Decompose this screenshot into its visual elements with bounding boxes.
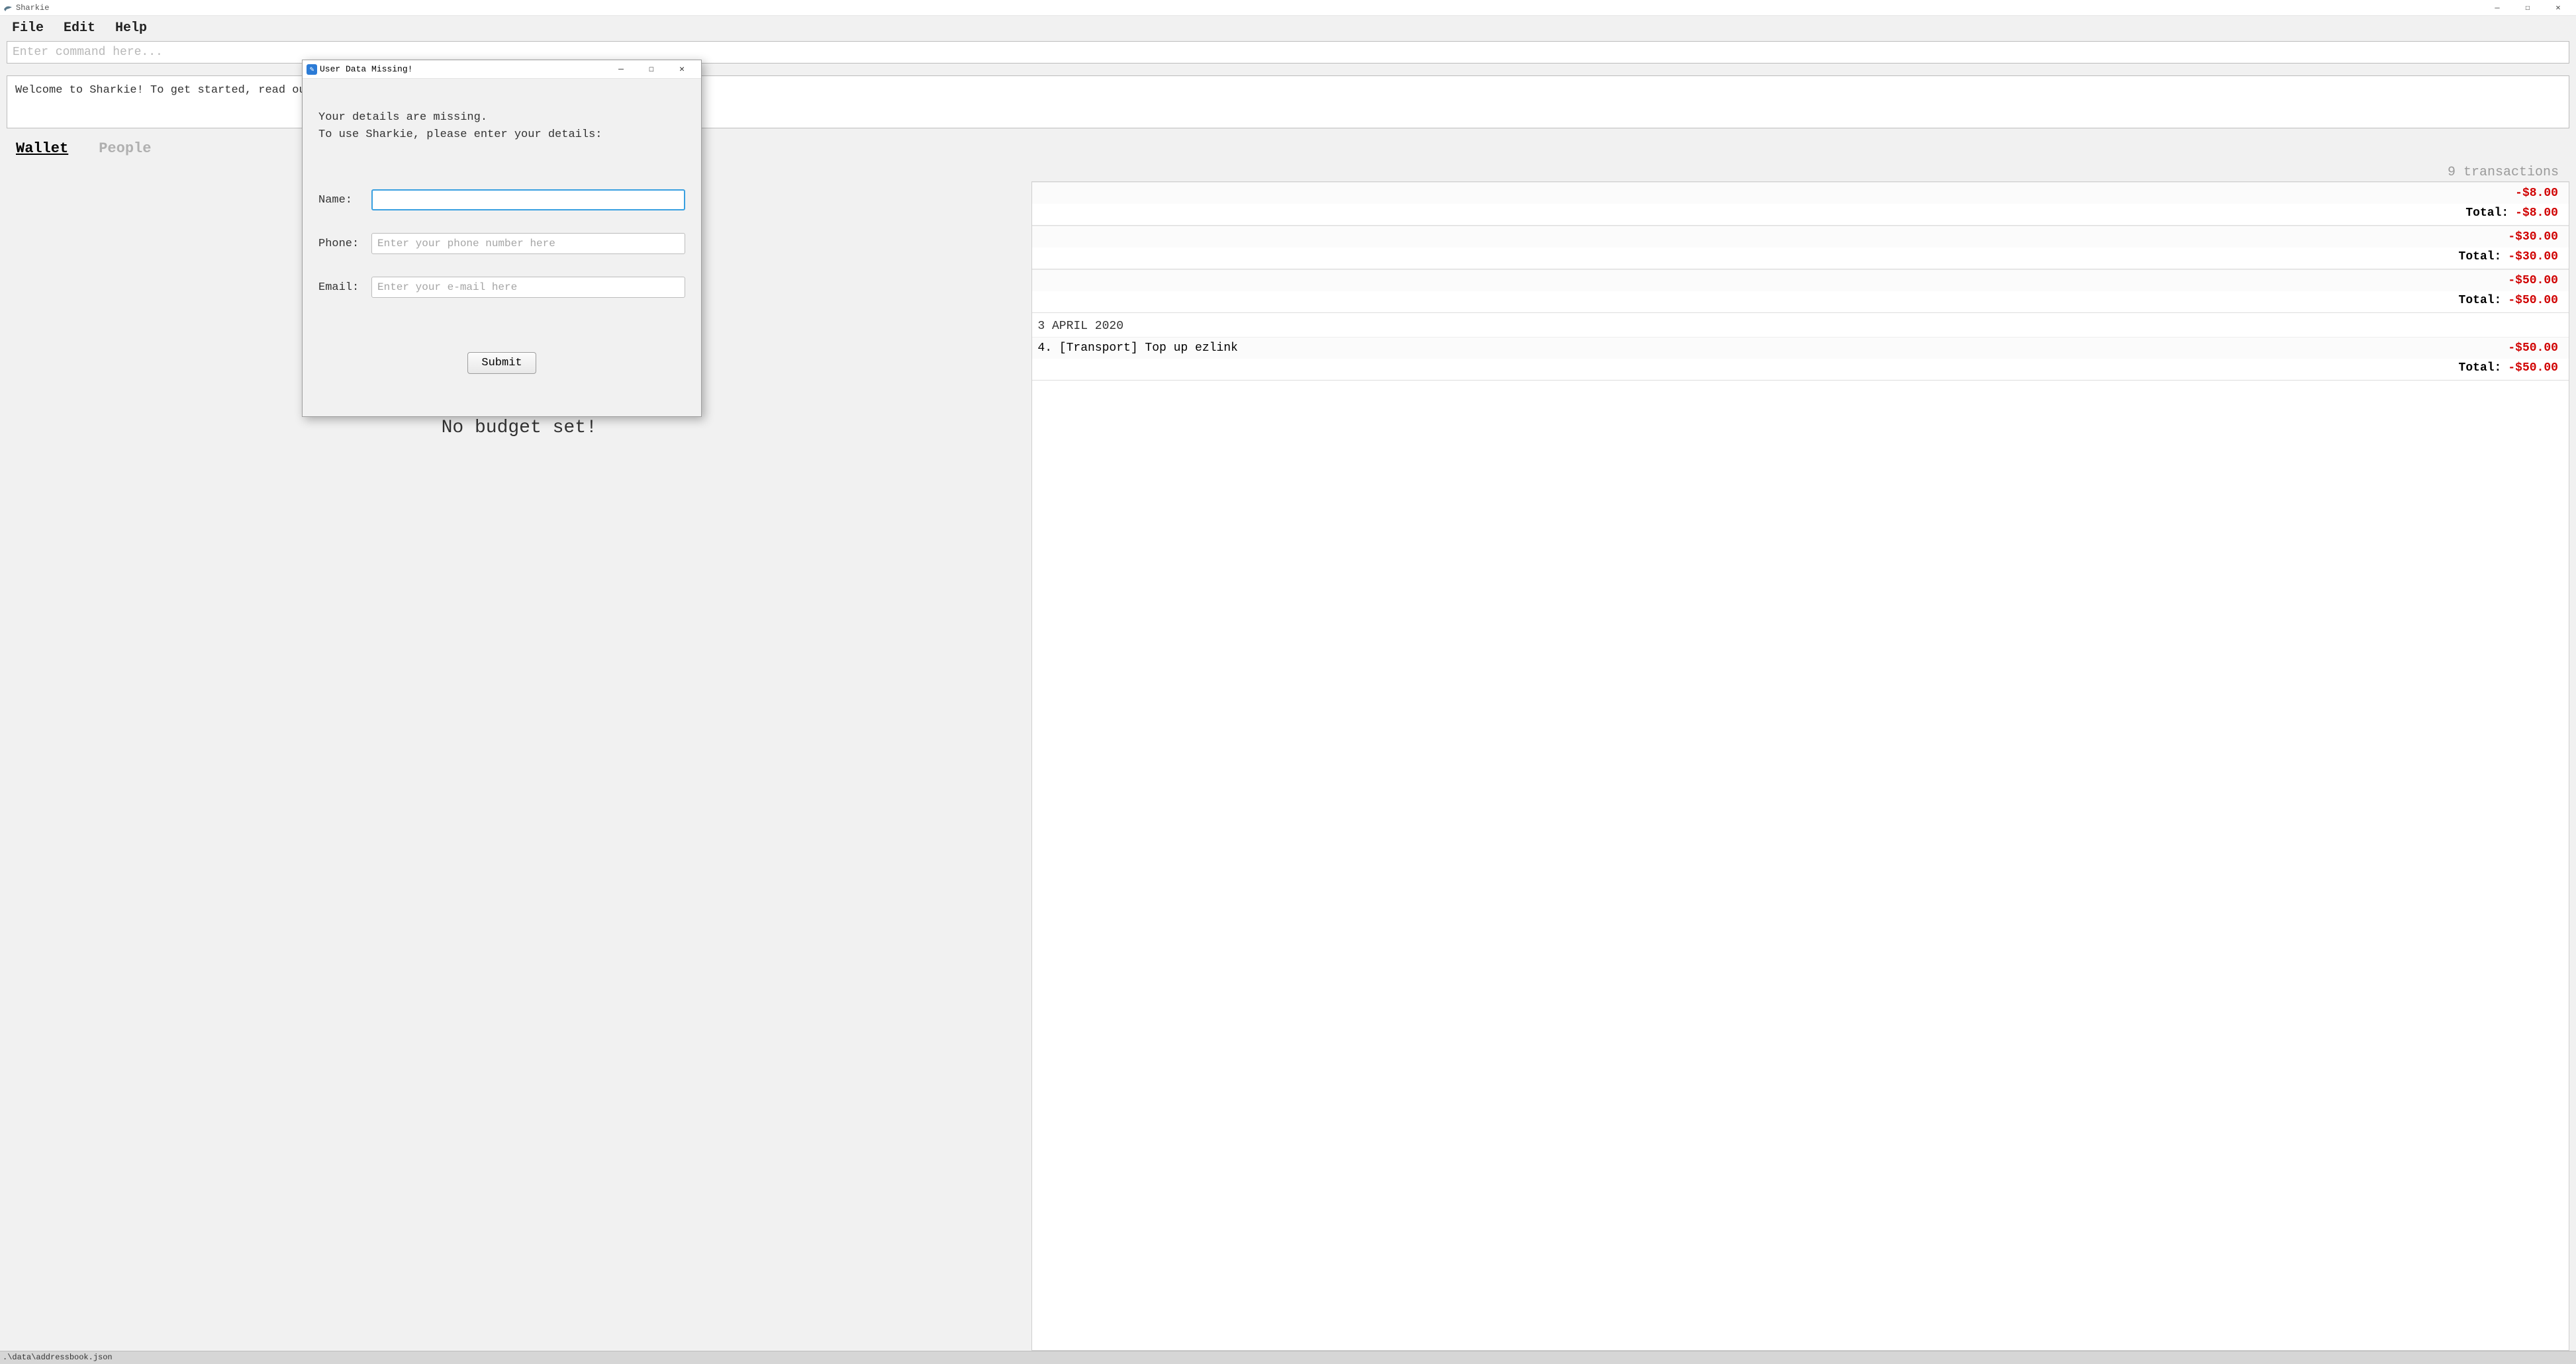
minimize-button[interactable]: — (2482, 0, 2512, 16)
transactions-panel: 9 transactions -$8.00 Total: -$8.00 -$30.00… (1031, 161, 2569, 1351)
field-row-name: Name: (318, 189, 685, 210)
name-label: Name: (318, 194, 371, 206)
transaction-total-row: Total: -$50.00 (1032, 291, 2569, 313)
transactions-count: 9 transactions (1031, 161, 2569, 181)
transaction-desc: 4. [Transport] Top up ezlink (1037, 341, 1237, 355)
dialog-titlebar: ✎ User Data Missing! — ☐ ✕ (303, 60, 701, 79)
transaction-total-row: Total: -$8.00 (1032, 204, 2569, 226)
transaction-row[interactable]: -$8.00 (1032, 182, 2569, 204)
close-button[interactable]: ✕ (2543, 0, 2573, 16)
transaction-row[interactable]: 4. [Transport] Top up ezlink -$50.00 (1032, 337, 2569, 359)
menu-edit[interactable]: Edit (64, 21, 95, 36)
dialog-body: Your details are missing. To use Sharkie… (303, 79, 701, 416)
transaction-total-label: Total: (2459, 250, 2502, 263)
name-input[interactable] (371, 189, 685, 210)
phone-input[interactable] (371, 233, 685, 254)
tab-wallet[interactable]: Wallet (16, 140, 68, 157)
user-data-missing-dialog: ✎ User Data Missing! — ☐ ✕ Your details … (302, 60, 702, 417)
transaction-total-row: Total: -$30.00 (1032, 248, 2569, 269)
field-row-phone: Phone: (318, 233, 685, 254)
submit-button[interactable]: Submit (467, 352, 536, 374)
transaction-total-label: Total: (2465, 206, 2508, 220)
titlebar: Sharkie — ☐ ✕ (0, 0, 2576, 16)
dialog-icon: ✎ (307, 64, 317, 75)
menu-file[interactable]: File (12, 21, 44, 36)
maximize-icon: ☐ (2525, 3, 2530, 13)
expenditure-budget: No budget set! (442, 418, 597, 438)
dialog-message-line1: Your details are missing. (318, 109, 685, 126)
minimize-icon: — (618, 64, 624, 74)
dialog-fields: Name: Phone: Email: (318, 189, 685, 320)
field-row-email: Email: (318, 277, 685, 298)
menubar: File Edit Help (0, 16, 2576, 40)
transaction-amount: -$50.00 (2508, 274, 2558, 287)
transactions-list[interactable]: -$8.00Total:-$8.00-$30.00Total:-$30.00-$… (1031, 181, 2569, 1351)
dialog-maximize-button[interactable]: ☐ (636, 60, 667, 79)
transaction-total-row: Total: -$50.00 (1032, 359, 2569, 381)
phone-label: Phone: (318, 238, 371, 250)
close-icon: ✕ (2555, 3, 2560, 13)
transaction-total-value: -$50.00 (2508, 361, 2558, 375)
transaction-amount: -$30.00 (2508, 230, 2558, 244)
app-icon (3, 3, 13, 13)
transaction-amount: -$50.00 (2508, 341, 2558, 355)
close-icon: ✕ (679, 64, 685, 74)
transaction-total-value: -$30.00 (2508, 250, 2558, 263)
tab-people[interactable]: People (99, 140, 151, 157)
email-label: Email: (318, 281, 371, 294)
maximize-button[interactable]: ☐ (2512, 0, 2543, 16)
menu-help[interactable]: Help (115, 21, 147, 36)
statusbar: .\data\addressbook.json (0, 1351, 2576, 1364)
maximize-icon: ☐ (649, 64, 654, 74)
dialog-submit-row: Submit (318, 352, 685, 374)
transaction-total-value: -$8.00 (2515, 206, 2558, 220)
minimize-icon: — (2495, 3, 2499, 13)
dialog-message-line2: To use Sharkie, please enter your detail… (318, 126, 685, 144)
dialog-message: Your details are missing. To use Sharkie… (318, 109, 685, 143)
dialog-close-button[interactable]: ✕ (667, 60, 697, 79)
transaction-amount: -$8.00 (2515, 187, 2558, 200)
statusbar-path: .\data\addressbook.json (3, 1353, 113, 1362)
app-title: Sharkie (16, 3, 49, 13)
transaction-date-header: 3 APRIL 2020 (1032, 313, 2569, 337)
email-input[interactable] (371, 277, 685, 298)
transaction-total-label: Total: (2459, 361, 2502, 375)
transaction-total-value: -$50.00 (2508, 294, 2558, 307)
transaction-total-label: Total: (2459, 294, 2502, 307)
dialog-title: User Data Missing! (320, 64, 412, 74)
transaction-row[interactable]: -$30.00 (1032, 226, 2569, 248)
dialog-minimize-button[interactable]: — (606, 60, 636, 79)
transaction-row[interactable]: -$50.00 (1032, 269, 2569, 291)
welcome-text: Welcome to Sharkie! To get started, read… (15, 84, 332, 97)
